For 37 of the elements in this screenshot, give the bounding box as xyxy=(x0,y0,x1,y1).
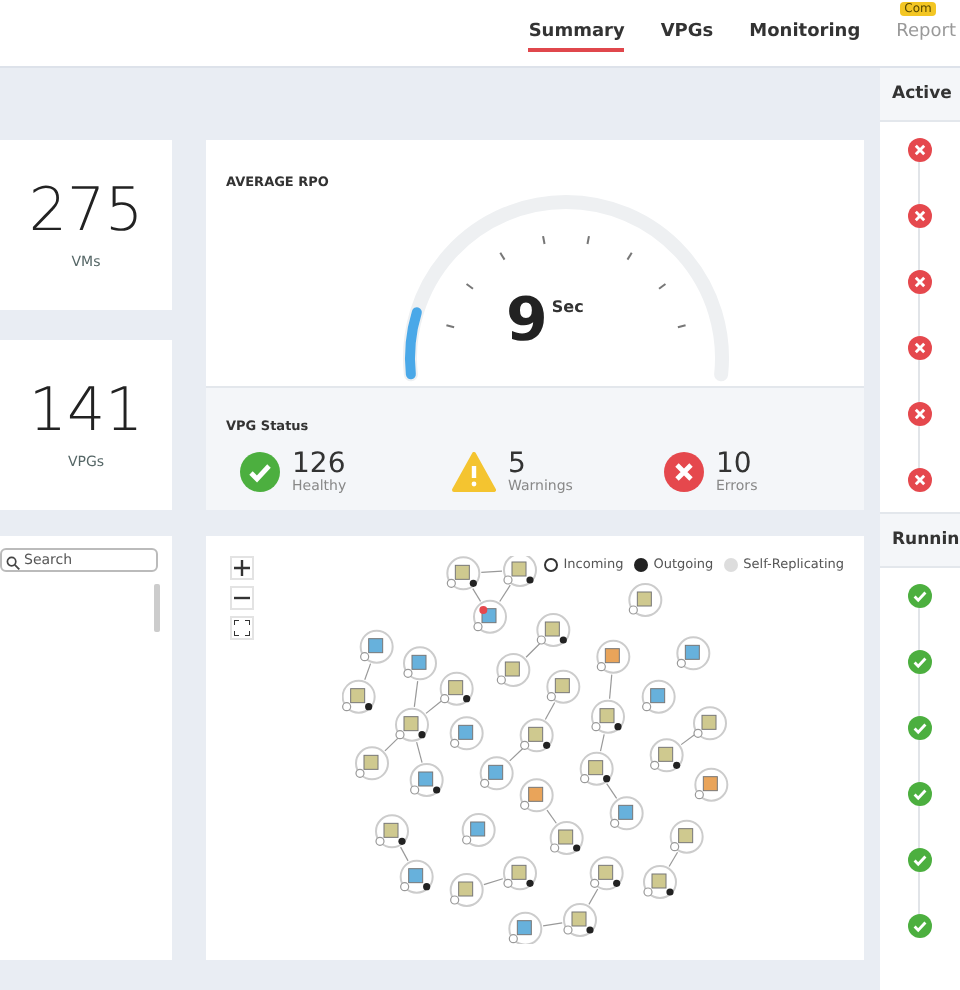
status-count: 5 xyxy=(508,450,526,478)
status-count: 10 xyxy=(716,450,752,478)
check-icon xyxy=(908,782,932,806)
error-icon xyxy=(908,138,932,162)
rpo-value: 9 xyxy=(506,292,548,352)
plus-icon xyxy=(234,560,250,576)
status-count: 126 xyxy=(292,450,347,478)
outgoing-marker-icon xyxy=(633,557,648,571)
nav-tab[interactable]: Summary xyxy=(528,15,625,51)
warning-icon xyxy=(452,452,496,492)
panel-header: Runnin xyxy=(880,514,960,568)
check-icon xyxy=(908,584,932,608)
nav-tab[interactable]: VPGs xyxy=(660,15,714,51)
error-icon xyxy=(908,402,932,426)
error-icon xyxy=(908,270,932,294)
nav-tab[interactable]: Monitoring xyxy=(749,15,861,51)
stat-value: 141 xyxy=(28,381,144,441)
scrollbar[interactable] xyxy=(154,584,160,632)
zoom-in-button[interactable] xyxy=(230,556,254,580)
stat-value: 275 xyxy=(28,181,144,241)
error-icon xyxy=(664,452,704,492)
minus-icon xyxy=(234,596,250,600)
self-replicating-marker-icon xyxy=(723,557,738,571)
fit-button[interactable] xyxy=(230,616,254,640)
error-icon xyxy=(908,204,932,228)
error-icon xyxy=(908,468,932,492)
zoom-out-button[interactable] xyxy=(230,586,254,610)
check-icon xyxy=(908,848,932,872)
rpo-unit: Sec xyxy=(551,298,584,316)
panel-header: Active xyxy=(880,68,960,122)
check-icon xyxy=(908,716,932,740)
incoming-marker-icon xyxy=(543,557,558,571)
fullscreen-icon xyxy=(234,620,250,636)
check-icon xyxy=(908,650,932,674)
check-icon xyxy=(240,452,280,492)
error-icon xyxy=(908,336,932,360)
check-icon xyxy=(908,914,932,938)
